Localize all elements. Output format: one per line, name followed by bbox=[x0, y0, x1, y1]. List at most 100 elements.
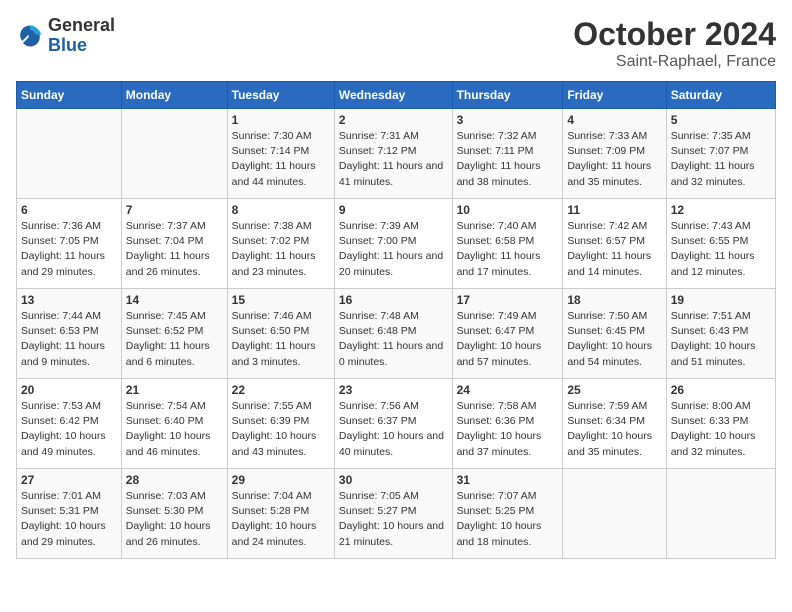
cell-content: Sunrise: 7:04 AMSunset: 5:28 PMDaylight:… bbox=[232, 489, 330, 550]
day-number: 10 bbox=[457, 203, 559, 217]
calendar-cell: 12 Sunrise: 7:43 AMSunset: 6:55 PMDayligh… bbox=[666, 199, 775, 289]
day-number: 7 bbox=[126, 203, 223, 217]
day-number: 28 bbox=[126, 473, 223, 487]
logo-blue: Blue bbox=[48, 36, 115, 56]
calendar-cell: 17 Sunrise: 7:49 AMSunset: 6:47 PMDayligh… bbox=[452, 289, 563, 379]
calendar-cell: 16 Sunrise: 7:48 AMSunset: 6:48 PMDayligh… bbox=[334, 289, 452, 379]
day-number: 5 bbox=[671, 113, 771, 127]
cell-content: Sunrise: 7:42 AMSunset: 6:57 PMDaylight:… bbox=[567, 219, 661, 280]
cell-content: Sunrise: 7:01 AMSunset: 5:31 PMDaylight:… bbox=[21, 489, 117, 550]
day-number: 26 bbox=[671, 383, 771, 397]
header-cell: Thursday bbox=[452, 82, 563, 109]
cell-content: Sunrise: 7:39 AMSunset: 7:00 PMDaylight:… bbox=[339, 219, 448, 280]
calendar-cell: 21Sunrise: 7:54 AMSunset: 6:40 PMDayligh… bbox=[121, 379, 227, 469]
day-number: 31 bbox=[457, 473, 559, 487]
calendar-cell: 19 Sunrise: 7:51 AMSunset: 6:43 PMDayligh… bbox=[666, 289, 775, 379]
day-number: 12 bbox=[671, 203, 771, 217]
cell-content: Sunrise: 7:49 AMSunset: 6:47 PMDaylight:… bbox=[457, 309, 559, 370]
cell-content: Sunrise: 7:58 AMSunset: 6:36 PMDaylight:… bbox=[457, 399, 559, 460]
calendar-cell: 10Sunrise: 7:40 AMSunset: 6:58 PMDayligh… bbox=[452, 199, 563, 289]
calendar-cell: 25Sunrise: 7:59 AMSunset: 6:34 PMDayligh… bbox=[563, 379, 666, 469]
cell-content: Sunrise: 7:33 AMSunset: 7:09 PMDaylight:… bbox=[567, 129, 661, 190]
calendar-cell: 18Sunrise: 7:50 AMSunset: 6:45 PMDayligh… bbox=[563, 289, 666, 379]
calendar-cell: 29 Sunrise: 7:04 AMSunset: 5:28 PMDayligh… bbox=[227, 469, 334, 559]
header-cell: Monday bbox=[121, 82, 227, 109]
page-header: General Blue October 2024 Saint-Raphael,… bbox=[16, 16, 776, 71]
cell-content: Sunrise: 7:31 AMSunset: 7:12 PMDaylight:… bbox=[339, 129, 448, 190]
logo-text: General Blue bbox=[48, 16, 115, 56]
calendar-cell: 4 Sunrise: 7:33 AMSunset: 7:09 PMDaylight… bbox=[563, 109, 666, 199]
calendar-cell: 15 Sunrise: 7:46 AMSunset: 6:50 PMDayligh… bbox=[227, 289, 334, 379]
day-number: 14 bbox=[126, 293, 223, 307]
header-cell: Sunday bbox=[17, 82, 122, 109]
cell-content: Sunrise: 7:53 AMSunset: 6:42 PMDaylight:… bbox=[21, 399, 117, 460]
calendar-cell bbox=[17, 109, 122, 199]
calendar-header: SundayMondayTuesdayWednesdayThursdayFrid… bbox=[17, 82, 776, 109]
calendar-cell: 9 Sunrise: 7:39 AMSunset: 7:00 PMDaylight… bbox=[334, 199, 452, 289]
calendar-cell: 3 Sunrise: 7:32 AMSunset: 7:11 PMDaylight… bbox=[452, 109, 563, 199]
calendar-week-row: 1Sunrise: 7:30 AMSunset: 7:14 PMDaylight… bbox=[17, 109, 776, 199]
cell-content: Sunrise: 7:38 AMSunset: 7:02 PMDaylight:… bbox=[232, 219, 330, 280]
calendar-table: SundayMondayTuesdayWednesdayThursdayFrid… bbox=[16, 81, 776, 559]
calendar-cell: 14 Sunrise: 7:45 AMSunset: 6:52 PMDayligh… bbox=[121, 289, 227, 379]
day-number: 21 bbox=[126, 383, 223, 397]
calendar-cell: 1Sunrise: 7:30 AMSunset: 7:14 PMDaylight… bbox=[227, 109, 334, 199]
calendar-cell: 2Sunrise: 7:31 AMSunset: 7:12 PMDaylight… bbox=[334, 109, 452, 199]
cell-content: Sunrise: 7:35 AMSunset: 7:07 PMDaylight:… bbox=[671, 129, 771, 190]
day-number: 9 bbox=[339, 203, 448, 217]
logo-general: General bbox=[48, 16, 115, 36]
day-number: 27 bbox=[21, 473, 117, 487]
day-number: 6 bbox=[21, 203, 117, 217]
header-cell: Saturday bbox=[666, 82, 775, 109]
cell-content: Sunrise: 7:30 AMSunset: 7:14 PMDaylight:… bbox=[232, 129, 330, 190]
day-number: 13 bbox=[21, 293, 117, 307]
day-number: 16 bbox=[339, 293, 448, 307]
header-cell: Friday bbox=[563, 82, 666, 109]
cell-content: Sunrise: 8:00 AMSunset: 6:33 PMDaylight:… bbox=[671, 399, 771, 460]
calendar-week-row: 6Sunrise: 7:36 AMSunset: 7:05 PMDaylight… bbox=[17, 199, 776, 289]
day-number: 24 bbox=[457, 383, 559, 397]
cell-content: Sunrise: 7:48 AMSunset: 6:48 PMDaylight:… bbox=[339, 309, 448, 370]
calendar-cell: 20Sunrise: 7:53 AMSunset: 6:42 PMDayligh… bbox=[17, 379, 122, 469]
day-number: 30 bbox=[339, 473, 448, 487]
header-cell: Tuesday bbox=[227, 82, 334, 109]
calendar-title: October 2024 bbox=[573, 16, 776, 53]
calendar-cell: 7 Sunrise: 7:37 AMSunset: 7:04 PMDaylight… bbox=[121, 199, 227, 289]
cell-content: Sunrise: 7:03 AMSunset: 5:30 PMDaylight:… bbox=[126, 489, 223, 550]
cell-content: Sunrise: 7:45 AMSunset: 6:52 PMDaylight:… bbox=[126, 309, 223, 370]
day-number: 15 bbox=[232, 293, 330, 307]
calendar-cell: 6Sunrise: 7:36 AMSunset: 7:05 PMDaylight… bbox=[17, 199, 122, 289]
day-number: 4 bbox=[567, 113, 661, 127]
day-number: 29 bbox=[232, 473, 330, 487]
cell-content: Sunrise: 7:37 AMSunset: 7:04 PMDaylight:… bbox=[126, 219, 223, 280]
day-number: 8 bbox=[232, 203, 330, 217]
day-number: 3 bbox=[457, 113, 559, 127]
day-number: 25 bbox=[567, 383, 661, 397]
logo: General Blue bbox=[16, 16, 115, 56]
day-number: 17 bbox=[457, 293, 559, 307]
day-number: 19 bbox=[671, 293, 771, 307]
cell-content: Sunrise: 7:46 AMSunset: 6:50 PMDaylight:… bbox=[232, 309, 330, 370]
calendar-cell: 30 Sunrise: 7:05 AMSunset: 5:27 PMDayligh… bbox=[334, 469, 452, 559]
calendar-subtitle: Saint-Raphael, France bbox=[573, 53, 776, 71]
calendar-week-row: 20Sunrise: 7:53 AMSunset: 6:42 PMDayligh… bbox=[17, 379, 776, 469]
day-number: 23 bbox=[339, 383, 448, 397]
calendar-cell: 31Sunrise: 7:07 AMSunset: 5:25 PMDayligh… bbox=[452, 469, 563, 559]
cell-content: Sunrise: 7:44 AMSunset: 6:53 PMDaylight:… bbox=[21, 309, 117, 370]
calendar-cell: 8 Sunrise: 7:38 AMSunset: 7:02 PMDaylight… bbox=[227, 199, 334, 289]
calendar-cell: 11Sunrise: 7:42 AMSunset: 6:57 PMDayligh… bbox=[563, 199, 666, 289]
calendar-cell: 26 Sunrise: 8:00 AMSunset: 6:33 PMDayligh… bbox=[666, 379, 775, 469]
calendar-cell bbox=[563, 469, 666, 559]
cell-content: Sunrise: 7:43 AMSunset: 6:55 PMDaylight:… bbox=[671, 219, 771, 280]
cell-content: Sunrise: 7:51 AMSunset: 6:43 PMDaylight:… bbox=[671, 309, 771, 370]
calendar-cell: 13 Sunrise: 7:44 AMSunset: 6:53 PMDayligh… bbox=[17, 289, 122, 379]
header-row: SundayMondayTuesdayWednesdayThursdayFrid… bbox=[17, 82, 776, 109]
calendar-cell: 23Sunrise: 7:56 AMSunset: 6:37 PMDayligh… bbox=[334, 379, 452, 469]
calendar-week-row: 27 Sunrise: 7:01 AMSunset: 5:31 PMDayligh… bbox=[17, 469, 776, 559]
calendar-cell: 24 Sunrise: 7:58 AMSunset: 6:36 PMDayligh… bbox=[452, 379, 563, 469]
cell-content: Sunrise: 7:05 AMSunset: 5:27 PMDaylight:… bbox=[339, 489, 448, 550]
header-cell: Wednesday bbox=[334, 82, 452, 109]
calendar-cell: 5 Sunrise: 7:35 AMSunset: 7:07 PMDaylight… bbox=[666, 109, 775, 199]
calendar-week-row: 13 Sunrise: 7:44 AMSunset: 6:53 PMDayligh… bbox=[17, 289, 776, 379]
cell-content: Sunrise: 7:32 AMSunset: 7:11 PMDaylight:… bbox=[457, 129, 559, 190]
